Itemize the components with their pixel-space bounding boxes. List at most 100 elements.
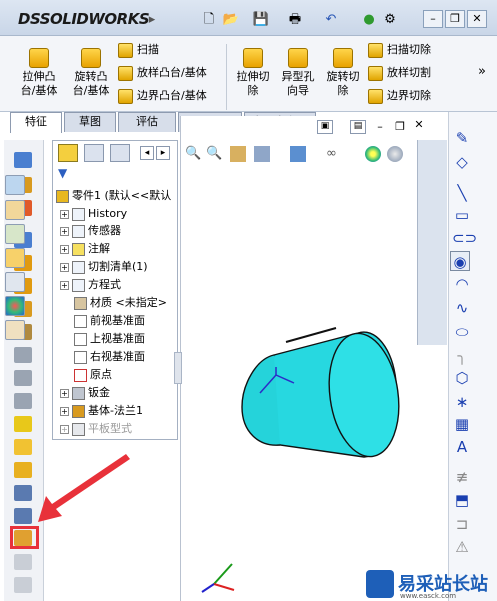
boundary-cut-button[interactable]: 边界切除 [368,86,431,106]
axis-triad [201,563,235,593]
circle-icon[interactable]: ◉ [450,251,470,271]
tree-item-base-flange[interactable]: + 基体-法兰1 [60,402,143,419]
extrude-boss-button[interactable]: 拉伸凸 台/基体 [14,44,64,98]
view-restore-icon[interactable]: ❐ [393,120,407,134]
view-palette-icon[interactable] [5,272,25,292]
panel-scroll-left-icon[interactable]: ◂ [140,146,154,160]
slot-icon[interactable]: ⊂⊃ [452,228,477,248]
undo-icon[interactable]: ↶ [322,12,340,28]
hole-wizard-button[interactable]: 异型孔 向导 [273,44,323,98]
polygon-icon[interactable]: ⬡ [452,368,472,388]
swept-cut-button[interactable]: 扫描切除 [368,40,431,60]
panel-splitter[interactable] [174,352,182,384]
rip-icon[interactable] [14,577,32,593]
spline-icon[interactable]: ∿ [452,298,472,318]
point-icon[interactable]: ∗ [452,392,472,412]
arc-icon[interactable]: ◠ [452,274,472,294]
restore-button[interactable]: ❐ [445,10,465,28]
view-minimize-icon[interactable]: – [373,120,387,134]
plane-sketch-icon[interactable]: ▦ [452,414,472,434]
tree-item-equations[interactable]: + 方程式 [60,276,121,293]
ellipse-icon[interactable]: ⬭ [452,322,472,342]
view-orientation-icon[interactable] [290,146,306,162]
design-library-icon[interactable] [5,224,25,244]
tree-item-material[interactable]: 材质 <未指定> [74,294,167,311]
closed-corner-icon[interactable] [14,370,32,386]
tree-item-sensors[interactable]: + 传感器 [60,222,121,239]
convert-entities-icon[interactable]: ⬒ [452,490,472,510]
tab-features[interactable]: 特征 [10,112,62,133]
resources-icon[interactable] [5,175,25,195]
zoom-area-icon[interactable]: 🔍 [206,146,222,162]
plane-icon [74,314,87,328]
file-explorer-icon[interactable] [5,248,25,268]
tab-sketch[interactable]: 草图 [64,112,116,132]
view-split-icon[interactable]: ▤ [350,120,366,134]
configuration-tab-icon[interactable] [110,144,130,162]
watermark: 易采站长站 www.easck.com [360,568,497,601]
previous-view-icon[interactable] [230,146,246,162]
minimize-button[interactable]: – [423,10,443,28]
rectangle-icon[interactable]: ▭ [452,205,472,225]
open-folder-icon[interactable]: 📂 [222,12,240,28]
scene-icon[interactable] [387,146,403,162]
text-icon[interactable]: A [452,437,472,457]
appearances-icon[interactable] [5,296,25,316]
tree-item-history[interactable]: + History [60,205,127,222]
extrude-cut-button[interactable]: 拉伸切除 [228,44,278,98]
appearance-icon[interactable] [365,146,381,162]
base-flange-icon[interactable] [14,152,32,168]
view-close-icon[interactable]: ✕ [412,118,426,132]
boundary-boss-button[interactable]: 边界凸台/基体 [118,86,207,106]
save-icon[interactable]: 💾 [252,12,270,28]
panel-scroll-right-icon[interactable]: ▸ [156,146,170,160]
smart-dimension-icon[interactable]: ◇ [452,152,472,172]
print-icon[interactable]: 🖶 [286,12,304,28]
tree-item-sheet-metal[interactable]: + 钣金 [60,384,110,401]
boundary-cut-icon [368,88,383,104]
cross-break-icon[interactable] [14,347,32,363]
tab-evaluate[interactable]: 评估 [118,112,176,132]
close-button[interactable]: ✕ [467,10,487,28]
welded-corner-icon[interactable] [14,393,32,409]
line-icon[interactable]: ╲ [452,183,472,203]
options-icon[interactable]: ⚙ [381,12,399,28]
revolve-cut-button[interactable]: 旋转切除 [318,44,368,98]
sweep-button[interactable]: 扫描 [118,40,159,60]
tree-root[interactable]: 零件1 (默认<<默认 [56,187,171,204]
trim-icon[interactable]: ≢ [452,467,472,487]
origin-icon [74,368,87,382]
watermark-url: www.easck.com [400,592,457,600]
no-bends-icon[interactable] [14,554,32,570]
traffic-light-icon[interactable]: ● [360,12,378,28]
lofted-cut-button[interactable]: 放样切割 [368,63,431,83]
zoom-fit-icon[interactable]: 🔍 [185,146,201,162]
filter-icon[interactable]: ▼ [58,166,72,180]
ribbon-overflow-button[interactable]: » [478,64,486,79]
sketch-icon[interactable]: ✎ [452,128,472,148]
view-tile-icon[interactable]: ▣ [317,120,333,134]
tree-item-annotations[interactable]: + 注解 [60,240,110,257]
offset-icon[interactable]: ⊐ [452,514,472,534]
tree-item-front-plane[interactable]: 前视基准面 [74,312,145,329]
hole-wizard-icon [288,48,308,68]
tree-item-top-plane[interactable]: 上视基准面 [74,330,145,347]
mirror-icon[interactable]: ⚠ [452,537,472,557]
tree-item-origin[interactable]: 原点 [74,366,112,383]
revolve-boss-button[interactable]: 旋转凸 台/基体 [66,44,116,98]
custom-properties-icon[interactable] [5,320,25,340]
new-file-icon[interactable]: 🗋 [200,12,218,28]
extrude-boss-icon [29,48,49,68]
loft-boss-button[interactable]: 放样凸台/基体 [118,63,207,83]
property-manager-tab-icon[interactable] [84,144,104,162]
feature-manager-tab-icon[interactable] [58,144,78,162]
tree-item-cut-list[interactable]: + 切割清单(1) [60,258,148,275]
section-view-icon[interactable] [254,146,270,162]
display-style-icon[interactable]: ∞ [326,146,342,162]
tree-item-right-plane[interactable]: 右视基准面 [74,348,145,365]
break-corner-icon[interactable] [14,416,32,432]
fillet-icon[interactable]: ╮ [452,346,472,366]
arrow-icon[interactable]: ▸ [143,12,161,28]
home-icon[interactable] [5,200,25,220]
tree-item-flat-pattern[interactable]: + 平板型式 [60,420,132,437]
